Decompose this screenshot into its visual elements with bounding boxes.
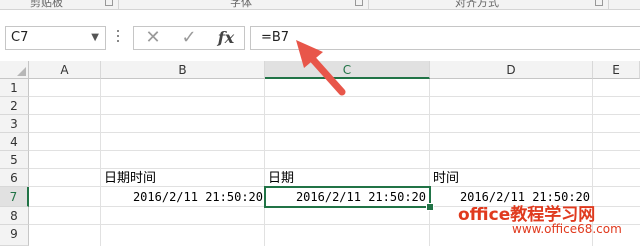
chevron-down-icon[interactable]: ▼ bbox=[91, 27, 99, 49]
column-header-c[interactable]: C bbox=[265, 61, 430, 79]
ribbon-group-font[interactable]: 字体 bbox=[230, 0, 252, 9]
row-header-3[interactable]: 3 bbox=[0, 115, 29, 133]
ribbon-separator bbox=[368, 0, 369, 9]
column-header-b[interactable]: B bbox=[101, 61, 265, 79]
watermark-url: www.office68.com bbox=[512, 222, 622, 236]
formula-bar: C7 ▼ ✕ ✓ fx =B7 bbox=[0, 10, 640, 67]
row-header-6[interactable]: 6 bbox=[0, 169, 29, 187]
ribbon-group-alignment[interactable]: 对齐方式 bbox=[455, 0, 499, 9]
formula-input[interactable]: =B7 bbox=[250, 26, 640, 50]
fill-handle[interactable] bbox=[426, 203, 434, 211]
formula-bar-grip[interactable] bbox=[117, 30, 120, 46]
alignment-launcher-icon[interactable] bbox=[595, 0, 603, 6]
cell-c6[interactable]: 日期 bbox=[265, 169, 430, 187]
name-box-value: C7 bbox=[11, 30, 29, 45]
ribbon-strip: 剪贴板 字体 对齐方式 bbox=[0, 0, 640, 10]
column-header-a[interactable]: A bbox=[29, 61, 101, 79]
row-header-5[interactable]: 5 bbox=[0, 151, 29, 169]
row-header-8[interactable]: 8 bbox=[0, 207, 29, 225]
select-all-button[interactable] bbox=[0, 61, 29, 79]
insert-function-button[interactable]: fx bbox=[214, 27, 238, 49]
ribbon-separator bbox=[608, 0, 609, 9]
enter-icon[interactable]: ✓ bbox=[178, 27, 200, 49]
ribbon-separator bbox=[118, 0, 119, 9]
name-box[interactable]: C7 ▼ bbox=[5, 26, 106, 50]
row-header-1[interactable]: 1 bbox=[0, 79, 29, 97]
row-header-2[interactable]: 2 bbox=[0, 97, 29, 115]
row-header-9[interactable]: 9 bbox=[0, 225, 29, 246]
row-header-7[interactable]: 7 bbox=[0, 187, 29, 207]
font-launcher-icon[interactable] bbox=[355, 0, 363, 6]
active-cell-border bbox=[264, 186, 431, 208]
formula-buttons: ✕ ✓ fx bbox=[133, 26, 245, 50]
column-header-d[interactable]: D bbox=[430, 61, 593, 79]
clipboard-launcher-icon[interactable] bbox=[105, 0, 113, 6]
cell-d6[interactable]: 时间 bbox=[430, 169, 593, 187]
cancel-icon[interactable]: ✕ bbox=[142, 27, 164, 49]
row-header-4[interactable]: 4 bbox=[0, 133, 29, 151]
column-header-e[interactable]: E bbox=[593, 61, 640, 79]
ribbon-group-clipboard[interactable]: 剪贴板 bbox=[30, 0, 63, 9]
cell-b6[interactable]: 日期时间 bbox=[101, 169, 265, 187]
cell-b7[interactable]: 2016/2/11 21:50:20 bbox=[101, 187, 265, 207]
